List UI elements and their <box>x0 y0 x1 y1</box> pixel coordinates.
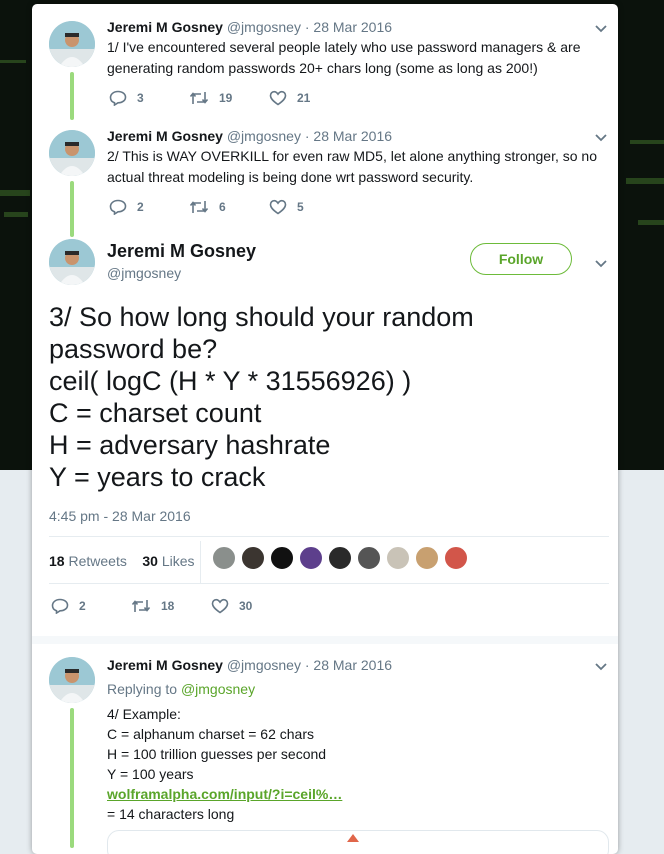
main-tweet-line: ceil( logC (H * Y * 31556926) ) <box>49 366 412 396</box>
main-tweet-line: Y = years to crack <box>49 462 266 492</box>
divider <box>49 583 609 584</box>
section-divider <box>32 636 618 644</box>
reply-tweet[interactable]: Jeremi M Gosney @jmgosney · 28 Mar 2016 … <box>32 644 618 854</box>
main-tweet-line: C = charset count <box>49 398 262 428</box>
author-name[interactable]: Jeremi M Gosney <box>107 241 256 262</box>
retweet-count: 18 <box>161 599 175 613</box>
stats-separator <box>200 541 201 583</box>
liker-avatar[interactable] <box>415 546 439 570</box>
engagement-stats: 18 Retweets 30 Likes <box>49 553 195 569</box>
retweets-stat-count: 18 <box>49 553 65 569</box>
retweet-button[interactable]: 18 <box>131 598 174 614</box>
avatar[interactable] <box>49 239 95 285</box>
liker-avatar[interactable] <box>299 546 323 570</box>
tweet-text-line: H = 100 trillion guesses per second <box>107 746 327 762</box>
liker-avatar[interactable] <box>270 546 294 570</box>
liker-avatar[interactable] <box>212 546 236 570</box>
caret-down-icon[interactable] <box>594 662 608 672</box>
tweet-date[interactable]: · 28 Mar 2016 <box>305 657 392 673</box>
wolframalpha-link[interactable]: wolframalpha.com/input/?i=ceil%… <box>107 786 342 802</box>
liker-avatar[interactable] <box>241 546 265 570</box>
reply-icon <box>51 598 69 614</box>
author-name[interactable]: Jeremi M Gosney <box>107 657 223 673</box>
thread-connector <box>70 708 74 848</box>
tweet-timestamp[interactable]: 4:45 pm - 28 Mar 2016 <box>49 508 191 524</box>
tweet-text-line: 4/ Example: <box>107 706 181 722</box>
liker-avatar[interactable] <box>357 546 381 570</box>
tweet-text-line: C = alphanum charset = 62 chars <box>107 726 315 742</box>
tweet-text-line: Y = 100 years <box>107 766 194 782</box>
reply-count: 2 <box>79 599 86 613</box>
replying-to-label: Replying to <box>107 681 178 697</box>
follow-button[interactable]: Follow <box>470 243 572 275</box>
replying-to-handle[interactable]: @jmgosney <box>181 681 255 697</box>
tweet-actions: 2 18 30 <box>51 598 351 618</box>
likes-stat-label: Likes <box>161 553 195 569</box>
tweet-text: 4/ Example: C = alphanum charset = 62 ch… <box>107 704 607 824</box>
tweet-header: Jeremi M Gosney @jmgosney · 28 Mar 2016 <box>107 657 392 673</box>
author-handle[interactable]: @jmgosney <box>227 657 301 673</box>
retweet-icon <box>131 600 151 612</box>
tweet-thread-modal: Jeremi M Gosney @jmgosney · 28 Mar 2016 … <box>32 4 618 854</box>
like-count: 30 <box>239 599 253 613</box>
divider <box>49 536 609 537</box>
liker-avatar[interactable] <box>328 546 352 570</box>
tweet-text-line: = 14 characters long <box>107 806 235 822</box>
link-card-preview[interactable] <box>107 830 609 854</box>
author-handle[interactable]: @jmgosney <box>107 265 181 281</box>
liker-avatar[interactable] <box>386 546 410 570</box>
like-button[interactable]: 30 <box>211 598 252 614</box>
reply-button[interactable]: 2 <box>51 598 86 614</box>
main-tweet-line: 3/ So how long should your random <box>49 302 474 332</box>
main-tweet: Jeremi M Gosney @jmgosney Follow 3/ So h… <box>32 4 618 644</box>
main-tweet-line: H = adversary hashrate <box>49 430 331 460</box>
replying-to: Replying to @jmgosney <box>107 681 255 697</box>
main-tweet-line: password be? <box>49 334 218 364</box>
main-tweet-text: 3/ So how long should your random passwo… <box>49 301 589 493</box>
likes-stat[interactable]: 30 Likes <box>142 553 194 569</box>
avatar[interactable] <box>49 657 95 703</box>
liker-avatar[interactable] <box>444 546 468 570</box>
card-image-icon <box>347 834 359 842</box>
retweets-stat-label: Retweets <box>68 553 127 569</box>
like-icon <box>211 598 229 614</box>
caret-down-icon[interactable] <box>594 259 608 269</box>
retweets-stat[interactable]: 18 Retweets <box>49 553 127 569</box>
likes-stat-count: 30 <box>142 553 158 569</box>
